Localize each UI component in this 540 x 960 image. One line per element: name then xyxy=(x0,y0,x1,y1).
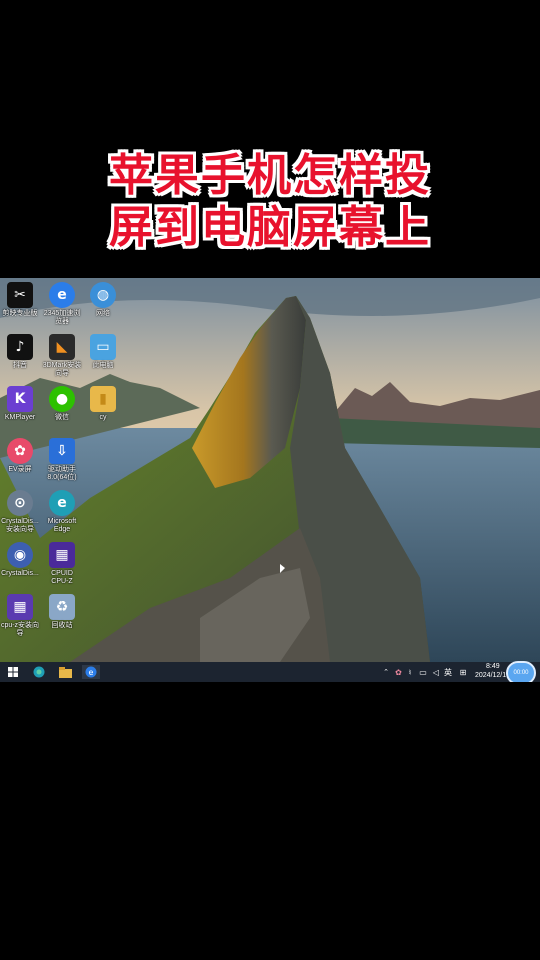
volume-icon[interactable]: ◁ xyxy=(431,665,441,679)
wechat-icon[interactable]: ● 微信 xyxy=(39,386,85,422)
network-icon[interactable]: ◍ 网络 xyxy=(80,282,126,318)
edge-icon[interactable]: e Microsoft Edge xyxy=(39,490,85,534)
recording-timer-text: 00:00 xyxy=(513,670,529,676)
tray-expand-icon[interactable]: ⌃ xyxy=(382,665,390,679)
3dmark-icon[interactable]: ◣ 3DMark安装 向导 xyxy=(39,334,85,378)
recycle-bin-icon[interactable]: ♻ 回收站 xyxy=(39,594,85,630)
ev-recorder-icon[interactable]: ✿ EV录屏 xyxy=(0,438,43,474)
clock-date[interactable]: 2024/12/1 xyxy=(475,672,506,679)
cpuz-setup-icon[interactable]: ▦ cpu-z安装向 导 xyxy=(0,594,43,638)
kmplayer-icon[interactable]: K KMPlayer xyxy=(0,386,43,422)
this-pc-icon[interactable]: ▭ 此电脑 xyxy=(80,334,126,370)
tiktok-icon[interactable]: ♪ 抖音 xyxy=(0,334,43,370)
file-explorer-icon[interactable] xyxy=(57,665,73,679)
ime-indicator[interactable]: 英 xyxy=(444,667,452,678)
mouse-cursor-icon xyxy=(280,564,285,573)
network-tray-icon[interactable]: ▭ xyxy=(418,665,428,679)
title-line-1: 苹果手机怎样投 xyxy=(109,150,431,201)
folder-icon[interactable]: ▮ cy xyxy=(80,386,126,422)
driver-assistant-icon[interactable]: ⇩ 驱动助手 8.0(64位) xyxy=(39,438,85,482)
desktop-screen: ✂ 剪映专业版 e 2345加速浏 览器 ◍ 网络 ♪ 抖音 ◣ 3DMark安… xyxy=(0,278,540,682)
ie-browser-icon[interactable]: e xyxy=(82,665,100,679)
capcut-glyph: ✂ xyxy=(7,282,33,308)
edge-taskbar-icon[interactable] xyxy=(31,665,47,679)
input-method-icon[interactable]: ⊞ xyxy=(458,665,468,679)
windows-start-icon[interactable] xyxy=(6,665,20,679)
svg-text:e: e xyxy=(89,668,94,677)
video-title: 苹果手机怎样投 屏到电脑屏幕上 xyxy=(0,150,540,254)
tray-app-icon[interactable]: ✿ xyxy=(394,665,403,679)
clock-time[interactable]: 8:49 xyxy=(486,663,500,670)
crystaldisk-setup-icon[interactable]: ⊙ CrystalDis... 安装向导 xyxy=(0,490,43,534)
cpuid-icon[interactable]: ▦ CPUID CPU-Z xyxy=(39,542,85,586)
crystaldisk-icon[interactable]: ◉ CrystalDis... xyxy=(0,542,43,578)
microphone-icon[interactable]: ♮ xyxy=(406,665,414,679)
2345-browser-icon[interactable]: e 2345加速浏 览器 xyxy=(39,282,85,326)
title-line-2: 屏到电脑屏幕上 xyxy=(109,202,431,253)
recording-timer-badge[interactable]: 00:00 xyxy=(506,661,536,682)
capcut-icon[interactable]: ✂ 剪映专业版 xyxy=(0,282,43,318)
taskbar: e ⌃ ✿ ♮ ▭ ◁ 英 ⊞ 8:49 2024/12/1 xyxy=(0,662,540,682)
